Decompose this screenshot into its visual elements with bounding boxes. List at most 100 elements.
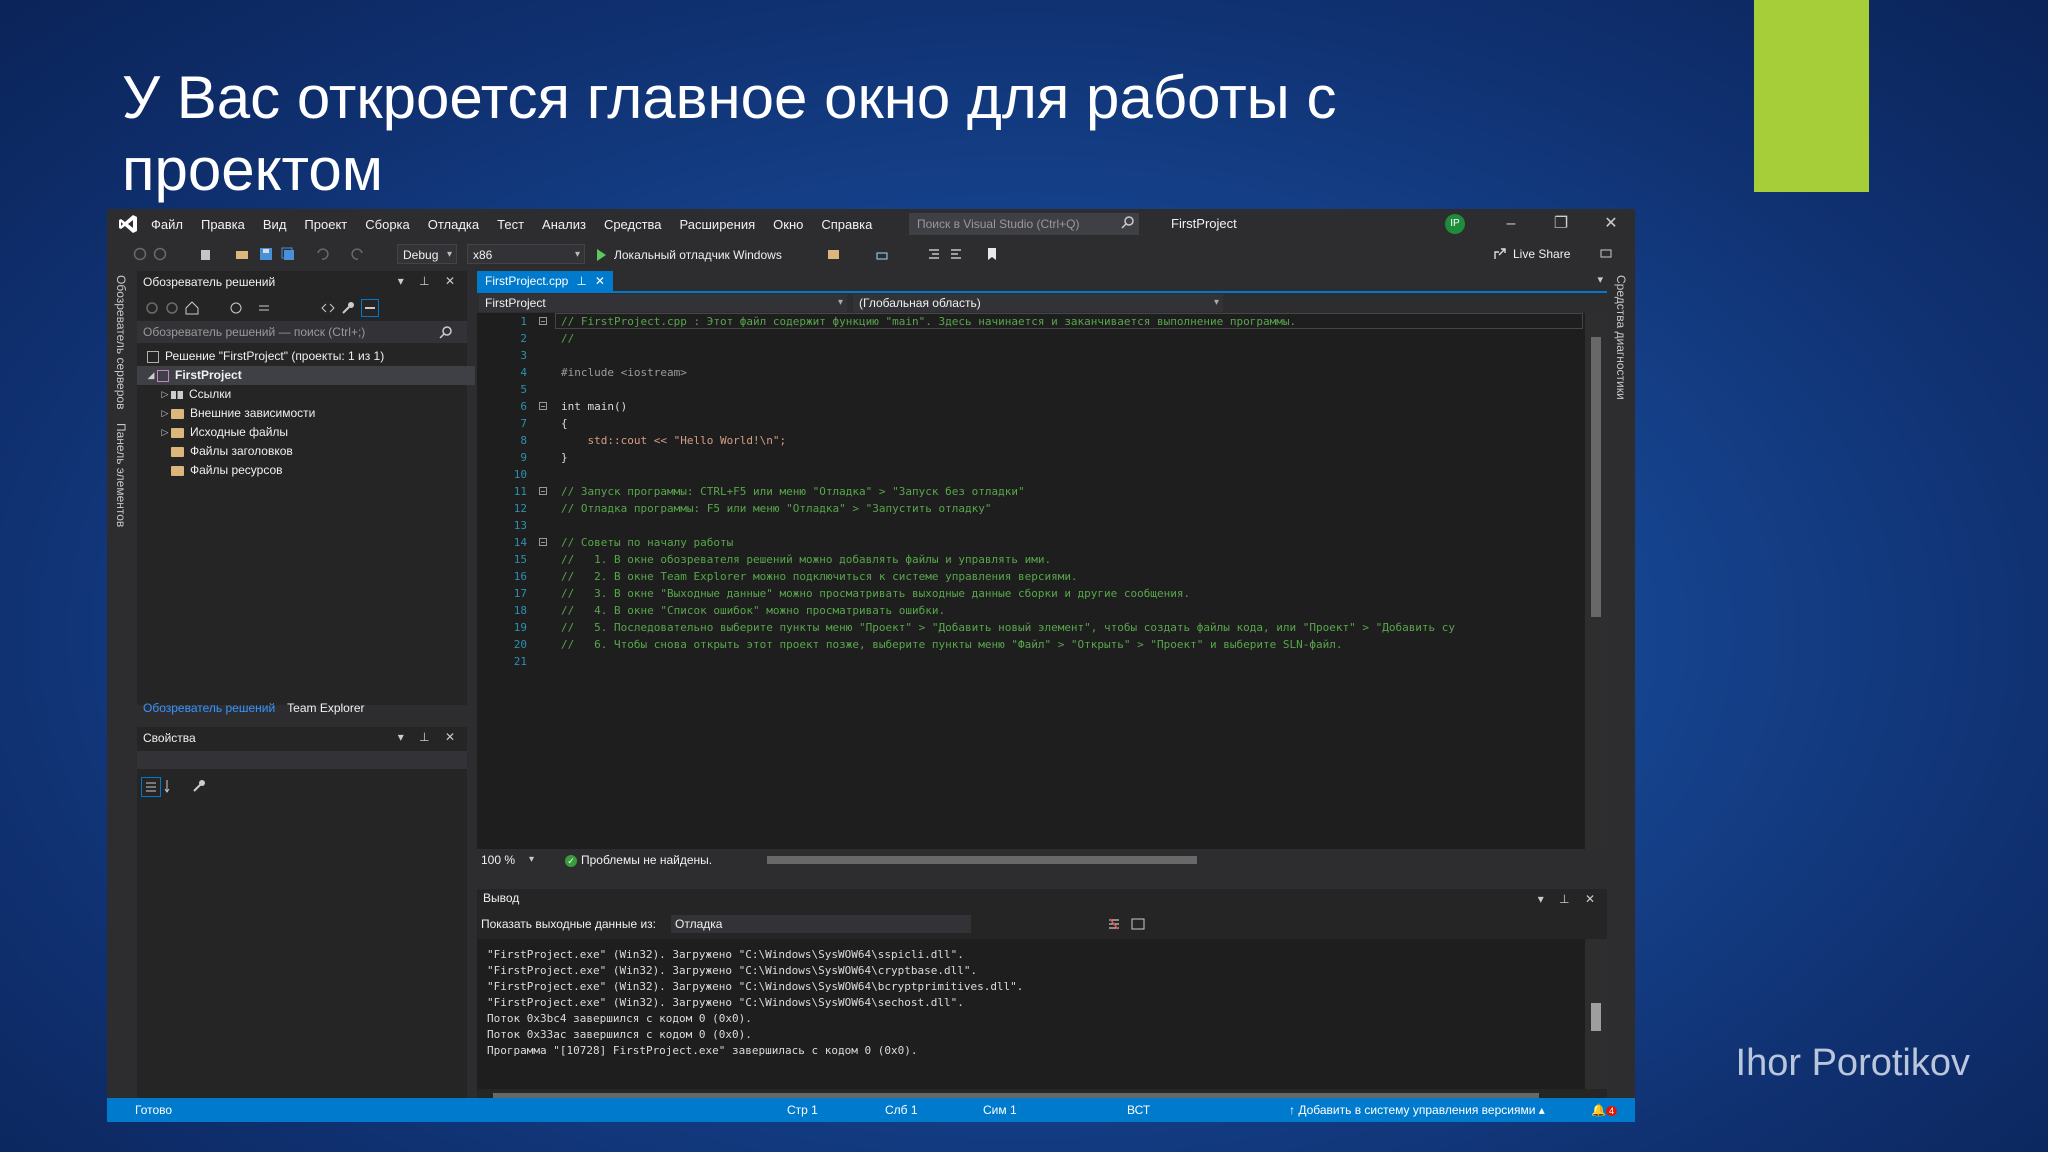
redo-icon[interactable] [351, 247, 365, 261]
code-line[interactable]: 14 − // Советы по началу работы [477, 534, 1585, 551]
search-icon[interactable] [1121, 215, 1135, 229]
run-button[interactable]: Локальный отладчик Windows [597, 245, 782, 265]
menu-project[interactable]: Проект [304, 217, 347, 232]
bookmark-icon[interactable] [985, 247, 999, 261]
menu-help[interactable]: Справка [821, 217, 872, 232]
restore-icon[interactable]: ❐ [1549, 213, 1573, 235]
tree-item-resource-files[interactable]: Файлы ресурсов [171, 461, 283, 480]
code-line[interactable]: 18 // 4. В окне "Список ошибок" можно про… [477, 602, 1585, 619]
output-vertical-scrollbar[interactable] [1585, 939, 1607, 1089]
forward-icon[interactable] [165, 301, 179, 315]
output-source-dropdown[interactable]: Отладка [671, 915, 971, 933]
menu-view[interactable]: Вид [263, 217, 287, 232]
menu-test[interactable]: Тест [497, 217, 524, 232]
properties-object-dropdown[interactable] [137, 751, 467, 769]
expand-arrow-icon[interactable]: ◢ [145, 366, 157, 385]
panel-controls[interactable]: ▾ ⊥ ✕ [1538, 892, 1601, 906]
tree-item-solution[interactable]: Решение "FirstProject" (проекты: 1 из 1) [147, 347, 384, 366]
live-share-button[interactable]: Live Share [1493, 247, 1570, 261]
code-line[interactable]: 11 − // Запуск программы: CTRL+F5 или меню… [477, 483, 1585, 500]
config-dropdown[interactable]: Debug [397, 244, 457, 265]
chevron-down-icon[interactable]: ▾ [529, 849, 534, 871]
code-line[interactable]: 6 − int main() [477, 398, 1585, 415]
menu-file[interactable]: Файл [151, 217, 183, 232]
search-input[interactable]: Поиск в Visual Studio (Ctrl+Q) [909, 213, 1139, 235]
home-icon[interactable] [185, 301, 199, 315]
menu-tools[interactable]: Средства [604, 217, 662, 232]
fold-toggle-icon[interactable]: − [539, 538, 547, 547]
code-line[interactable]: 1 − // FirstProject.cpp : Этот файл содерж… [477, 313, 1585, 330]
fold-toggle-icon[interactable]: − [539, 317, 547, 326]
new-project-icon[interactable] [199, 247, 213, 261]
tab-firstproject-cpp[interactable]: FirstProject.cpp ⊥ ✕ [477, 271, 613, 291]
clear-all-icon[interactable] [1107, 917, 1121, 931]
code-line[interactable]: 4 #include <iostream> [477, 364, 1585, 381]
scroll-thumb[interactable] [1591, 337, 1601, 617]
undo-icon[interactable] [315, 247, 329, 261]
forward-icon[interactable] [153, 247, 167, 261]
menu-extensions[interactable]: Расширения [680, 217, 756, 232]
platform-dropdown[interactable]: x86 [467, 244, 585, 265]
back-icon[interactable] [145, 301, 159, 315]
collapse-icon[interactable] [361, 299, 379, 317]
save-all-icon[interactable] [281, 247, 295, 261]
back-icon[interactable] [133, 247, 147, 261]
code-line[interactable]: 3 [477, 347, 1585, 364]
sync-icon[interactable] [229, 301, 243, 315]
code-icon[interactable] [321, 301, 335, 315]
code-line[interactable]: 13 [477, 517, 1585, 534]
tree-item-header-files[interactable]: Файлы заголовков [171, 442, 293, 461]
sort-alpha-icon[interactable] [163, 778, 179, 794]
browse-icon[interactable] [827, 247, 841, 261]
indent-icon[interactable] [927, 247, 941, 261]
wrench-icon[interactable] [341, 301, 355, 315]
open-icon[interactable] [235, 247, 249, 261]
tab-solution-explorer[interactable]: Обозреватель решений [137, 699, 281, 719]
property-pages-icon[interactable] [191, 778, 207, 794]
issues-indicator[interactable]: ✓ Проблемы не найдены. [565, 849, 712, 871]
nav-project-dropdown[interactable]: FirstProject [479, 294, 847, 312]
tab-overflow-icon[interactable]: ▾ [1597, 273, 1603, 286]
editor-vertical-scrollbar[interactable] [1585, 313, 1607, 849]
panel-controls[interactable]: ▾ ⊥ ✕ [398, 274, 461, 288]
solution-search-input[interactable]: Обозреватель решений — поиск (Ctrl+;) [137, 321, 467, 343]
code-line[interactable]: 16 // 2. В окне Team Explorer можно подкл… [477, 568, 1585, 585]
toolbox-tab[interactable]: Панель элементов [114, 423, 128, 527]
scroll-thumb[interactable] [1591, 1003, 1601, 1031]
pin-icon[interactable]: ⊥ [576, 271, 586, 291]
tab-team-explorer[interactable]: Team Explorer [281, 699, 370, 719]
code-line[interactable]: 17 // 3. В окне "Выходные данные" можно п… [477, 585, 1585, 602]
outdent-icon[interactable] [949, 247, 963, 261]
code-line[interactable]: 8 std::cout << "Hello World!\n"; [477, 432, 1585, 449]
horizontal-scroll-thumb[interactable] [767, 856, 1197, 864]
code-line[interactable]: 5 [477, 381, 1585, 398]
tree-item-source-files[interactable]: ▷ Исходные файлы [159, 423, 289, 442]
source-control-button[interactable]: ↑ Добавить в систему управления версиями… [1289, 1098, 1545, 1122]
expand-arrow-icon[interactable]: ▷ [159, 404, 171, 423]
save-icon[interactable] [259, 247, 273, 261]
categorized-icon[interactable] [141, 777, 161, 797]
notifications-bell-icon[interactable]: 🔔 4 [1591, 1098, 1617, 1122]
expand-arrow-icon[interactable]: ▷ [159, 423, 171, 442]
server-explorer-tab[interactable]: Обозреватель серверов [114, 275, 128, 409]
fold-toggle-icon[interactable]: − [539, 402, 547, 411]
code-line[interactable]: 15 // 1. В окне обозревателя решений можн… [477, 551, 1585, 568]
menu-analyze[interactable]: Анализ [542, 217, 586, 232]
code-line[interactable]: 20 // 6. Чтобы снова открыть этот проект … [477, 636, 1585, 653]
avatar[interactable]: IP [1445, 214, 1465, 234]
code-line[interactable]: 19 // 5. Последовательно выберите пункты … [477, 619, 1585, 636]
search-icon[interactable] [439, 325, 453, 339]
close-icon[interactable]: ✕ [595, 271, 605, 291]
diagnostic-tools-tab[interactable]: Средства диагностики [1614, 275, 1628, 400]
code-line[interactable]: 7{ [477, 415, 1585, 432]
panel-controls[interactable]: ▾ ⊥ ✕ [398, 730, 461, 744]
menu-build[interactable]: Сборка [365, 217, 410, 232]
fold-toggle-icon[interactable]: − [539, 487, 547, 496]
feedback-icon[interactable] [1599, 247, 1613, 261]
refresh-icon[interactable] [257, 301, 271, 315]
tree-item-references[interactable]: ▷ Ссылки [159, 385, 232, 404]
menu-debug[interactable]: Отладка [428, 217, 479, 232]
tree-item-project[interactable]: ◢ FirstProject [137, 366, 475, 385]
code-line[interactable]: 21 [477, 653, 1585, 670]
code-line[interactable]: 2 // [477, 330, 1585, 347]
